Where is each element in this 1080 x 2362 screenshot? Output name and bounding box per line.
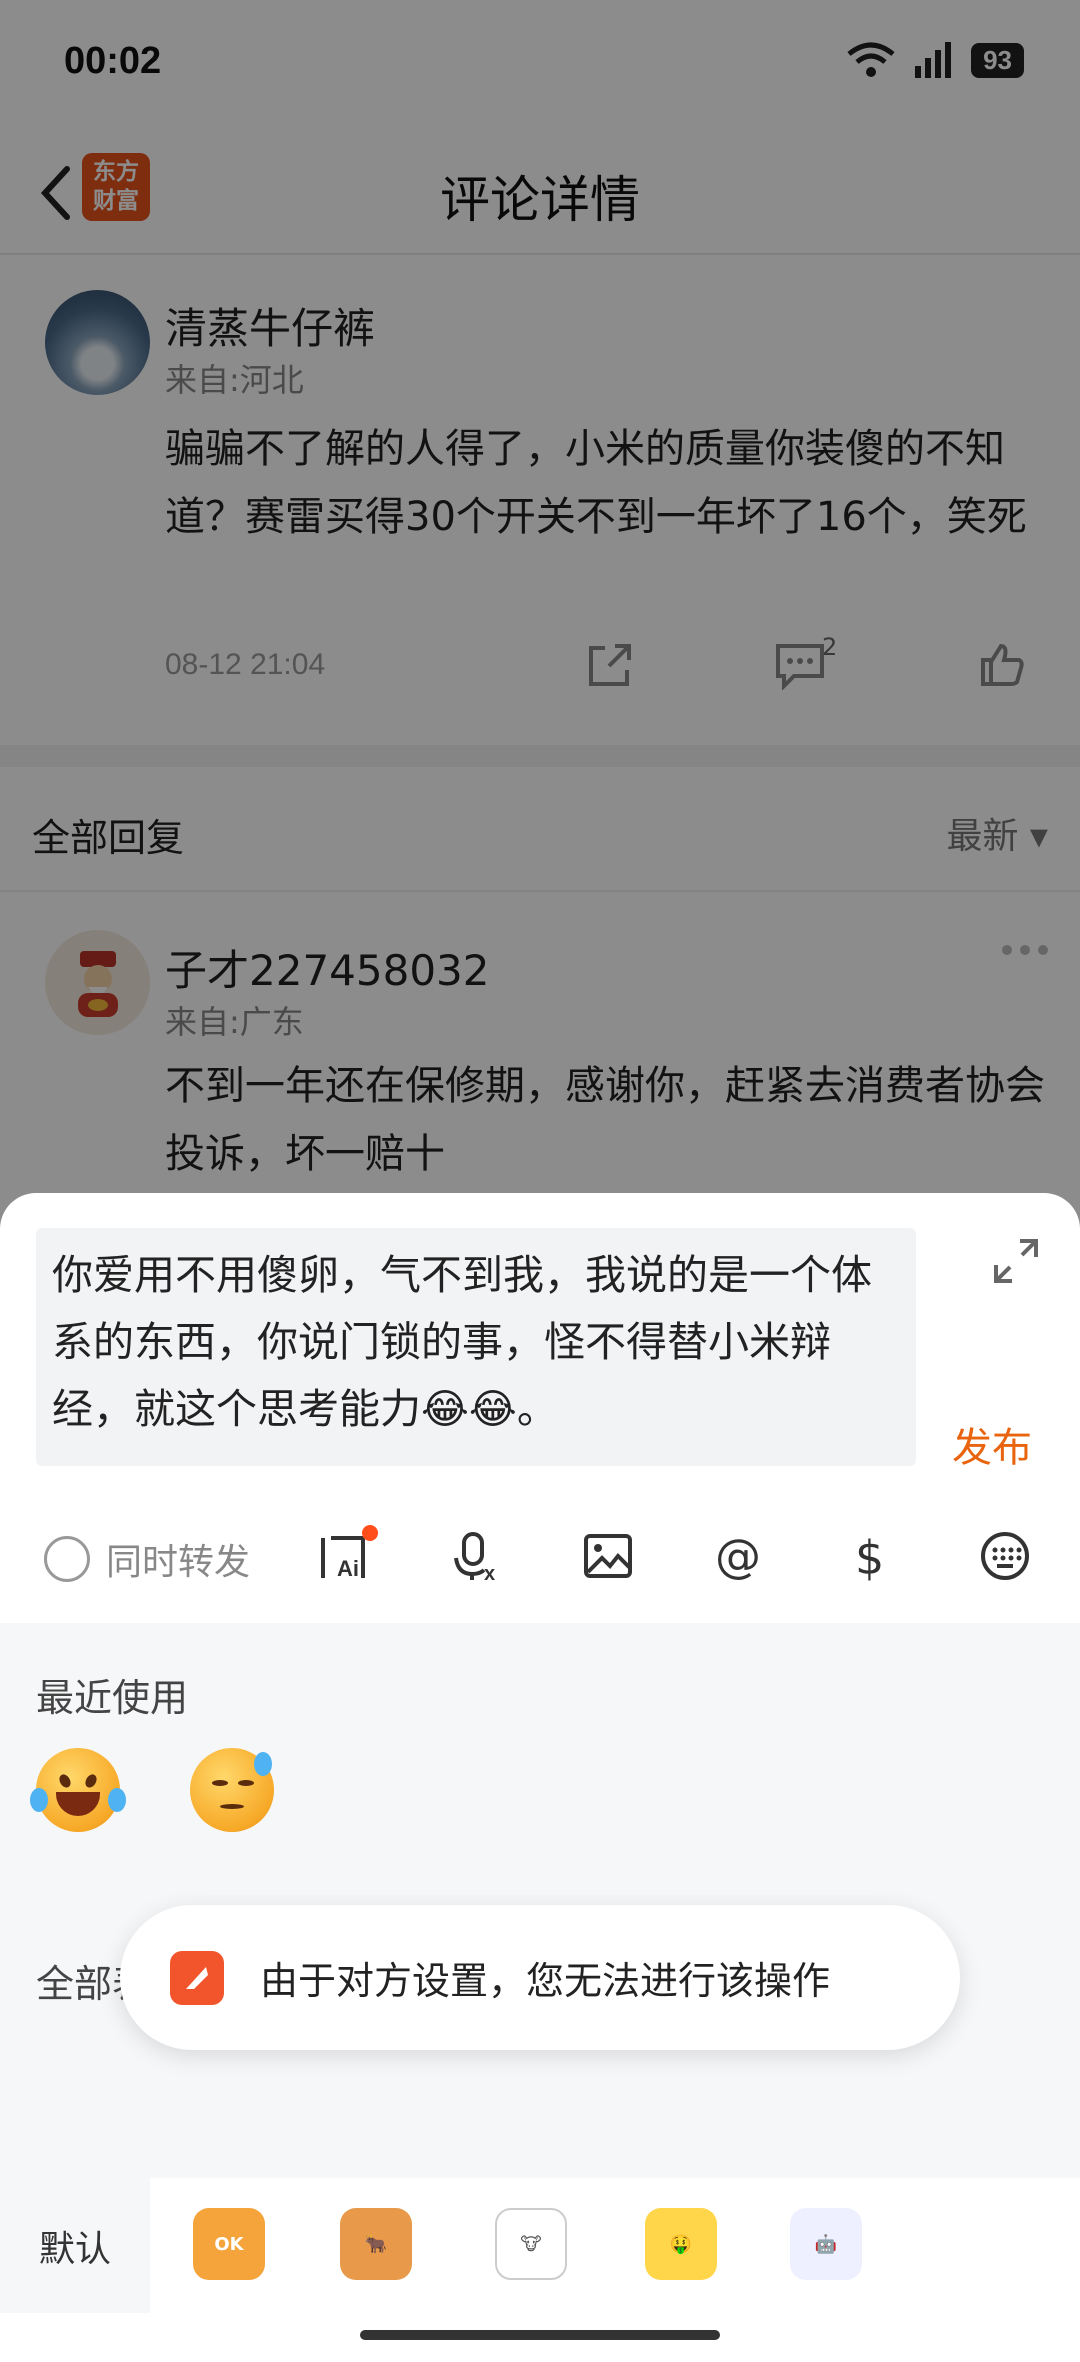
microphone-icon: x <box>454 1532 495 1584</box>
sweat-smile-emoji[interactable] <box>190 1748 274 1832</box>
svg-text:x: x <box>484 1563 495 1584</box>
sticker-tab-robot-icon[interactable]: 🤖 <box>790 2208 862 2280</box>
dollar-icon: $ <box>855 1531 884 1584</box>
keyboard-button[interactable] <box>972 1523 1038 1589</box>
image-button[interactable] <box>575 1523 641 1589</box>
repost-label: 同时转发 <box>106 1542 251 1583</box>
reply-input-text: 你爱用不用傻卵，气不到我，我说的是一个体系的东西，你说门锁的事，怪不得替小米辩经… <box>52 1251 872 1433</box>
repost-checkbox[interactable]: 同时转发 <box>44 1533 250 1585</box>
svg-text:Ai: Ai <box>337 1556 359 1581</box>
reply-input[interactable]: 你爱用不用傻卵，气不到我，我说的是一个体系的东西，你说门锁的事，怪不得替小米辩经… <box>36 1228 916 1466</box>
sticker-tab-bull-icon[interactable]: 🐮 <box>495 2208 567 2280</box>
composer-toolbar: 同时转发 Ai x @ $ <box>0 1493 1080 1618</box>
app-icon <box>170 1950 224 2005</box>
emoji-tab-bar: 默认 OK 🐂 🐮 🤑 🤖 <box>0 2178 1080 2362</box>
notification-dot <box>362 1525 378 1541</box>
image-icon <box>584 1534 632 1578</box>
toast-notification: 由于对方设置，您无法进行该操作 <box>120 1905 960 2050</box>
at-sign-icon: @ <box>715 1529 761 1583</box>
tab-default[interactable]: 默认 <box>0 2178 150 2313</box>
sticker-tab-money-icon[interactable]: 🤑 <box>645 2208 717 2280</box>
laugh-cry-emoji[interactable] <box>30 1748 126 1832</box>
stock-button[interactable]: $ <box>838 1523 904 1589</box>
voice-input-button[interactable]: x <box>445 1523 511 1589</box>
reply-composer-sheet: 你爱用不用傻卵，气不到我，我说的是一个体系的东西，你说门锁的事，怪不得替小米辩经… <box>0 1193 1080 2362</box>
expand-button[interactable] <box>988 1233 1044 1289</box>
svg-text:$: $ <box>855 1531 884 1584</box>
publish-button[interactable]: 发布 <box>952 1415 1032 1473</box>
recent-emoji-label: 最近使用 <box>36 1676 189 1720</box>
home-indicator <box>360 2330 720 2340</box>
sticker-tab-ok-icon[interactable]: OK <box>193 2208 265 2280</box>
svg-text:@: @ <box>715 1529 761 1583</box>
mention-button[interactable]: @ <box>706 1523 772 1589</box>
toast-message: 由于对方设置，您无法进行该操作 <box>260 1959 831 2003</box>
keyboard-icon <box>981 1532 1029 1580</box>
expand-icon <box>994 1239 1038 1283</box>
sticker-tab-cow-icon[interactable]: 🐂 <box>340 2208 412 2280</box>
ai-ask-button[interactable]: Ai <box>312 1523 378 1589</box>
radio-icon <box>44 1536 90 1582</box>
